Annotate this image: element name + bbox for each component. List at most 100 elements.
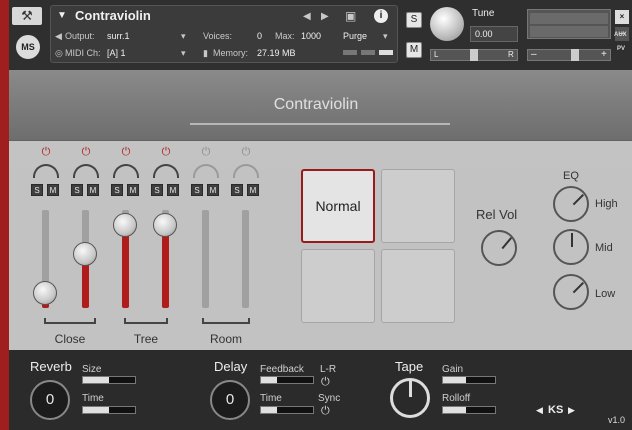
volume-plus-icon[interactable]: + (601, 49, 607, 60)
instrument-name[interactable]: Contraviolin (75, 8, 151, 23)
info-icon[interactable]: i (374, 9, 388, 23)
rel-vol-knob[interactable] (481, 230, 517, 266)
tune-value[interactable]: 0.00 (470, 26, 518, 42)
pan-right-label: R (508, 50, 514, 59)
solo-button[interactable]: S (151, 184, 163, 196)
power-icon[interactable]: ⏻ (73, 146, 99, 159)
camera-icon[interactable]: ▣ (345, 9, 356, 23)
pad-label: Normal (315, 198, 361, 214)
memory-icon: ▮ (203, 48, 208, 58)
midi-channel-label: MIDI Ch: (65, 48, 101, 58)
feedback-fill (261, 377, 277, 383)
mute-button[interactable]: M (247, 184, 259, 196)
close-icon[interactable]: × (615, 10, 629, 24)
volume-handle[interactable] (571, 49, 579, 61)
midi-dropdown-icon[interactable]: ▾ (181, 48, 186, 59)
tape-knob[interactable] (390, 378, 430, 418)
voices-value: 0 (257, 31, 263, 41)
delay-label: Delay (214, 359, 248, 374)
solo-button[interactable]: S (111, 184, 123, 196)
eq-low-knob[interactable] (553, 274, 589, 310)
solo-instrument-button[interactable]: S (406, 12, 422, 28)
purge-indicator-1 (343, 50, 357, 55)
eq-label: EQ (563, 170, 579, 182)
gain-fill (443, 377, 467, 383)
solo-button[interactable]: S (191, 184, 203, 196)
group-label-tree: Tree (133, 332, 159, 346)
room-bracket (202, 318, 250, 324)
solo-button[interactable]: S (31, 184, 43, 196)
reverb-time-slider[interactable] (82, 406, 136, 414)
power-icon[interactable]: ⏻ (233, 146, 259, 159)
articulation-pad-normal[interactable]: Normal (301, 169, 375, 243)
pan-left-label: L (434, 50, 439, 59)
articulation-pad-4[interactable] (381, 249, 455, 323)
fader-handle[interactable] (73, 242, 97, 266)
aux-label[interactable]: AUX (614, 32, 627, 38)
articulation-pad-2[interactable] (381, 169, 455, 243)
pan-handle[interactable] (470, 49, 478, 61)
output-select[interactable]: surr.1 (107, 31, 130, 41)
feedback-slider[interactable] (260, 376, 314, 384)
articulation-pad-3[interactable] (301, 249, 375, 323)
max-voices-value[interactable]: 1000 (301, 31, 321, 41)
output-label: Output: (65, 31, 95, 41)
eq-low-label: Low (595, 288, 616, 300)
delay-time-slider[interactable] (260, 406, 314, 414)
ks-next-icon[interactable]: ▶ (568, 405, 575, 416)
ks-prev-icon[interactable]: ◀ (536, 405, 543, 416)
power-icon[interactable]: ⏻ (153, 146, 179, 159)
eq-mid-knob[interactable] (553, 229, 589, 265)
purge-menu[interactable]: Purge (343, 31, 367, 41)
eq-high-knob[interactable] (553, 186, 589, 222)
purge-dropdown-icon[interactable]: ▾ (383, 31, 388, 42)
delay-knob[interactable]: 0 (210, 380, 250, 420)
fader-handle[interactable] (113, 213, 137, 237)
rolloff-label: Rolloff (442, 393, 471, 404)
rolloff-slider[interactable] (442, 406, 496, 414)
collapse-arrow-icon[interactable]: ▼ (57, 10, 67, 21)
mute-button[interactable]: M (207, 184, 219, 196)
eq-high-label: High (595, 198, 618, 210)
power-icon[interactable]: ⏻ (113, 146, 139, 159)
reverb-time-fill (83, 407, 109, 413)
speaker-icon: ◀ (55, 31, 62, 41)
meter-right-channel (530, 26, 608, 37)
pv-label[interactable]: PV (617, 46, 625, 52)
solo-button[interactable]: S (71, 184, 83, 196)
effects-bar (9, 350, 632, 430)
ks-label: KS (548, 404, 564, 416)
mute-button[interactable]: M (127, 184, 139, 196)
tune-knob[interactable] (430, 7, 464, 41)
lr-label: L-R (320, 364, 337, 375)
midi-channel-select[interactable]: [A] 1 (107, 48, 126, 58)
gain-slider[interactable] (442, 376, 496, 384)
solo-button[interactable]: S (231, 184, 243, 196)
next-instrument-icon[interactable]: ▶ (321, 11, 329, 22)
wrench-icon[interactable]: ⚒ (12, 7, 42, 25)
volume-slider[interactable] (527, 49, 611, 61)
prev-instrument-icon[interactable]: ◀ (303, 11, 311, 22)
midi-icon: ◎ (55, 48, 63, 58)
power-icon[interactable]: ⏻ (33, 146, 59, 159)
fader-handle[interactable] (33, 281, 57, 305)
voices-label: Voices: (203, 31, 233, 41)
mute-button[interactable]: M (47, 184, 59, 196)
purge-indicator-2 (361, 50, 375, 55)
power-icon[interactable]: ⏻ (193, 146, 219, 159)
mute-button[interactable]: M (87, 184, 99, 196)
reverb-size-slider[interactable] (82, 376, 136, 384)
mute-button[interactable]: M (167, 184, 179, 196)
volume-minus-icon[interactable]: – (531, 49, 537, 60)
ms-logo: MS (16, 35, 40, 59)
reverb-size-fill (83, 377, 109, 383)
lr-power-icon[interactable]: ⏻ (321, 376, 330, 389)
output-dropdown-icon[interactable]: ▾ (181, 31, 186, 42)
feedback-label: Feedback (260, 364, 304, 375)
sync-power-icon[interactable]: ⏻ (321, 405, 330, 418)
mute-instrument-button[interactable]: M (406, 42, 422, 58)
tune-label: Tune (472, 8, 495, 19)
reverb-knob[interactable]: 0 (30, 380, 70, 420)
rel-vol-label: Rel Vol (476, 207, 518, 222)
fader-handle[interactable] (153, 213, 177, 237)
